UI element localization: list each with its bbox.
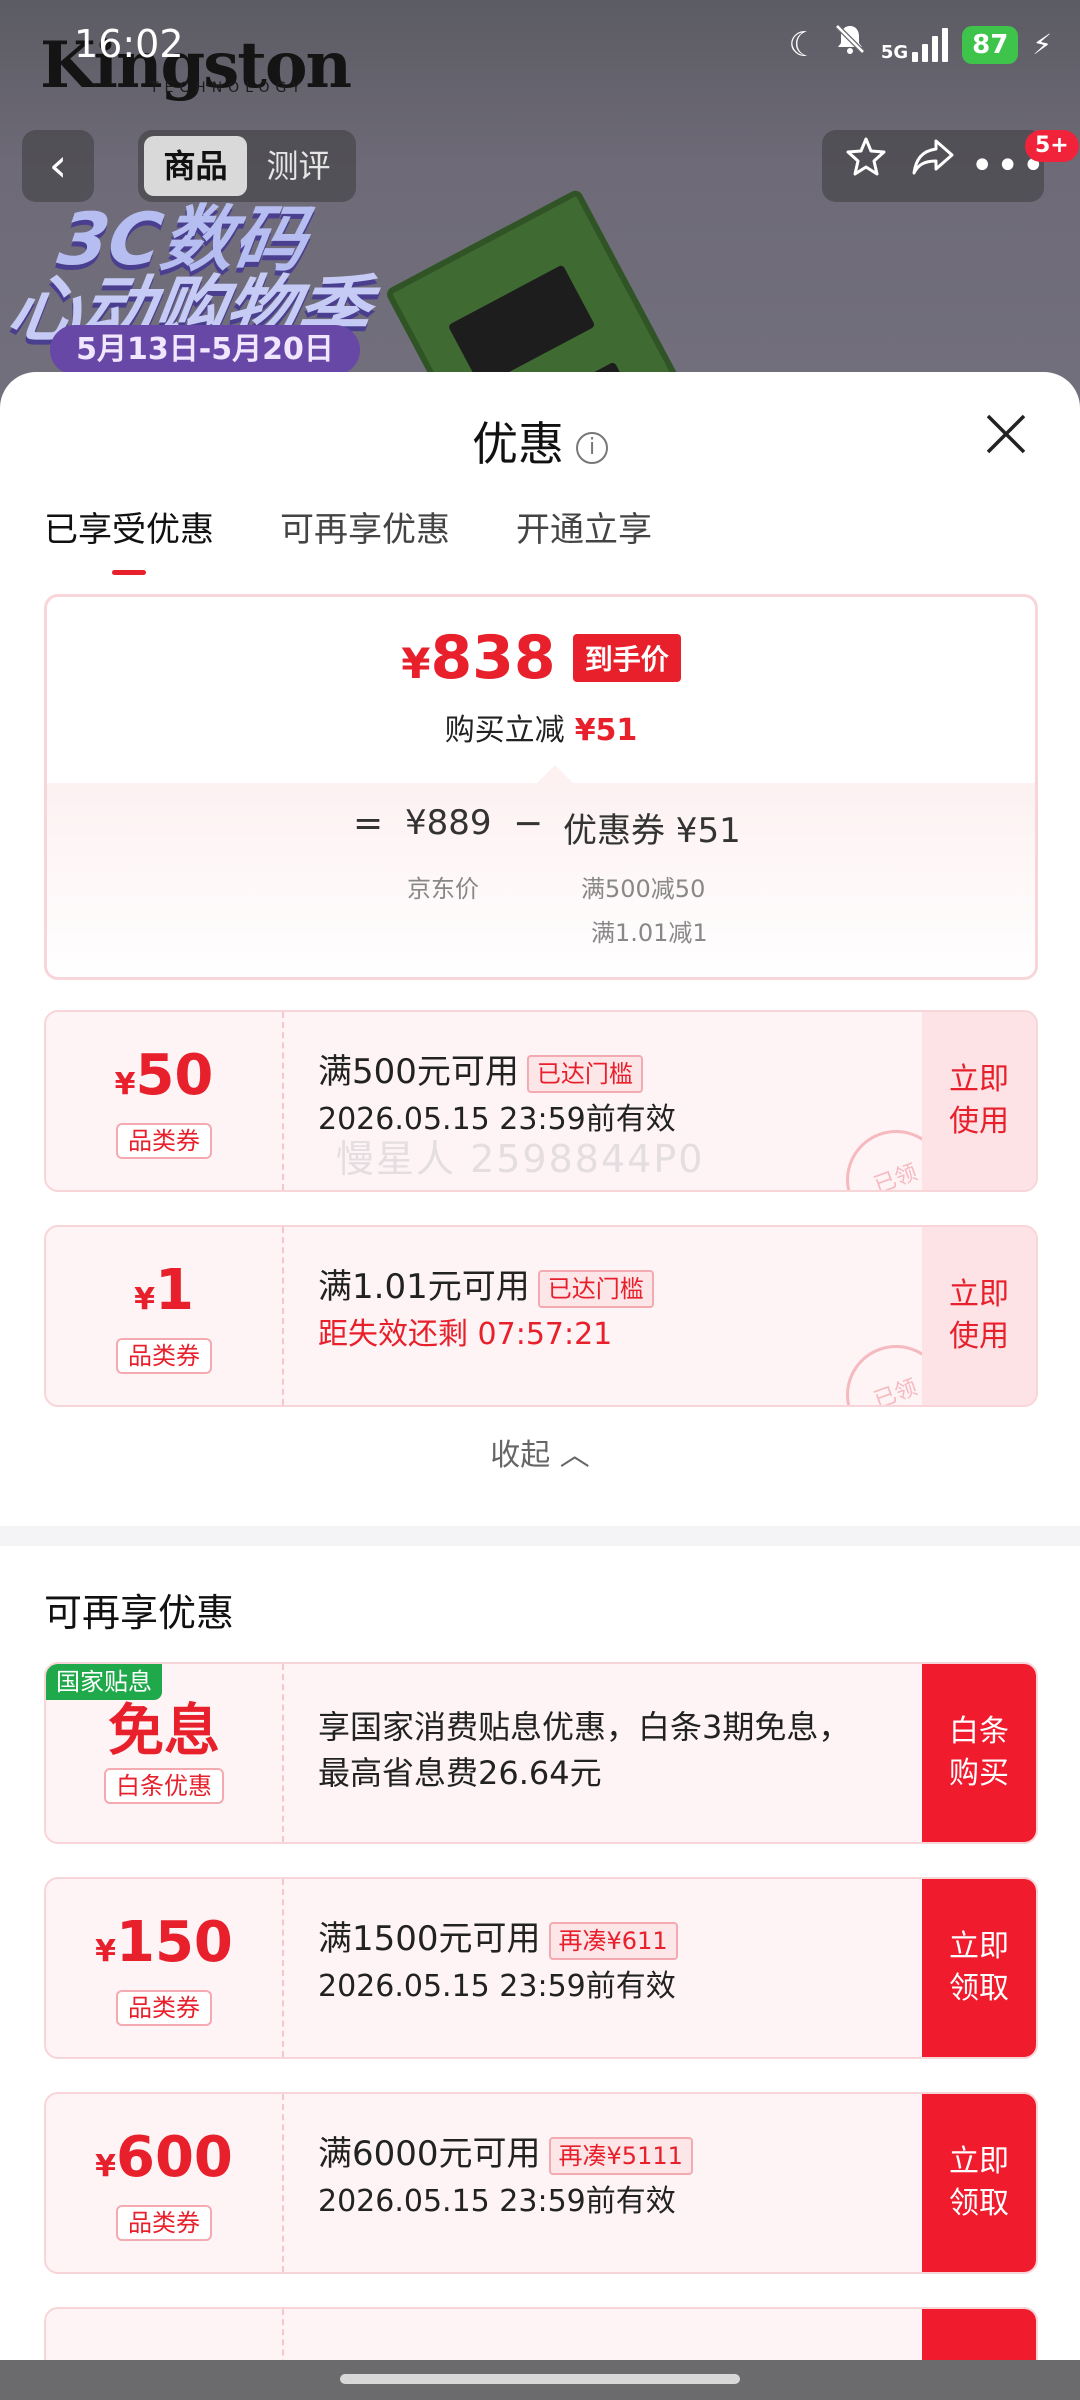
top-actions: •••	[822, 130, 1045, 202]
watermark: 慢星人 2598844P0	[336, 1137, 705, 1181]
tab-enjoyed[interactable]: 已享受优惠	[44, 502, 214, 575]
coupon-expiry: 2026.05.15 23:59前有效	[318, 1969, 676, 2004]
jd-price-label: 京东价	[407, 875, 479, 903]
brand-subtitle: TECHNOLOGY	[150, 80, 307, 96]
coupon-amount: ¥600	[95, 2124, 233, 2190]
status-icons: ☾ 5G 87 ⚡	[788, 22, 1052, 67]
final-price-row: ¥838 到手价	[47, 623, 1035, 693]
coupon-type: 品类券	[116, 1989, 212, 2026]
claim-now-button[interactable]	[922, 2309, 1036, 2360]
message-count-badge: 5+	[1025, 130, 1079, 162]
coupon-countdown: 距失效还剩 07:57:21	[318, 1317, 613, 1352]
home-indicator[interactable]	[340, 2374, 740, 2384]
price-summary-card: ¥838 到手价 购买立减 ¥51 = ¥889 − 优惠券 ¥51 京东价 满5…	[44, 594, 1038, 980]
use-now-button[interactable]: 立即 使用	[922, 1227, 1036, 1405]
collapse-button[interactable]: 收起 ︿	[0, 1430, 1080, 1474]
close-icon	[986, 414, 1026, 454]
coupon-card: ¥50 品类券 满500元可用 已达门槛 2026.05.15 23:59前有效 …	[44, 1010, 1038, 1192]
discount-tabs: 已享受优惠 可再享优惠 开通立享	[44, 502, 652, 575]
info-icon[interactable]: i	[576, 431, 608, 464]
coupon-detail: 满1.01减1	[591, 919, 708, 947]
coupon-card: ¥150 品类券 满1500元可用 再凑¥611 2026.05.15 23:59…	[44, 1877, 1038, 2059]
favorite-button[interactable]	[836, 130, 896, 202]
gap-badge: 再凑¥5111	[548, 2136, 693, 2175]
final-price: ¥838	[401, 623, 556, 693]
tab-open-enjoy[interactable]: 开通立享	[516, 502, 652, 575]
coupon-amount: ¥50	[114, 1042, 214, 1108]
claim-now-button[interactable]: 立即 领取	[922, 1879, 1036, 2057]
battery-indicator: 87	[962, 25, 1019, 64]
claim-now-button[interactable]: 立即 领取	[922, 2094, 1036, 2272]
minus-sign: −	[513, 803, 544, 844]
coupon-expiry: 2026.05.15 23:59前有效	[318, 2184, 676, 2219]
star-icon	[846, 137, 886, 176]
charging-icon: ⚡	[1032, 27, 1052, 61]
reduce-line: 购买立减 ¥51	[444, 713, 638, 748]
coupon-condition: 满1500元可用	[318, 1919, 541, 1959]
system-nav-bar	[0, 2360, 1080, 2400]
coupon-amount: ¥150	[95, 1909, 233, 1975]
sheet-title-text: 优惠	[472, 417, 564, 471]
signal-icon	[912, 27, 949, 62]
status-time: 16:02	[74, 22, 184, 66]
mute-bell-icon	[833, 22, 867, 67]
threshold-badge: 已达门槛	[537, 1269, 654, 1308]
coupon-type: 品类券	[116, 2204, 212, 2241]
use-now-button[interactable]: 立即 使用	[922, 1012, 1036, 1190]
share-icon	[912, 139, 954, 175]
coupon-condition: 满6000元可用	[318, 2134, 541, 2174]
page-tab-switcher: 商品 测评	[138, 130, 356, 202]
coupon-condition: 满500元可用	[318, 1052, 519, 1092]
discount-sheet: 优惠 i 已享受优惠 可再享优惠 开通立享 ¥838 到手价 购买立减 ¥51 = …	[0, 372, 1080, 2360]
promo-date: 5月13日-5月20日	[50, 325, 360, 375]
chevron-up-icon: ︿	[559, 1438, 590, 1473]
section-title: 可再享优惠	[44, 1591, 235, 1635]
back-button[interactable]: ‹	[22, 130, 94, 202]
section-divider	[0, 1526, 1080, 1546]
gap-badge: 再凑¥611	[548, 1921, 678, 1960]
coupon-type: 白条优惠	[104, 1768, 224, 1804]
coupon-card: ¥600 品类券 满6000元可用 再凑¥5111 2026.05.15 23:5…	[44, 2092, 1038, 2274]
baitiao-card: 免息 白条优惠 国家贴息 享国家消费贴息优惠，白条3期免息，最高省息费26.64…	[44, 1662, 1038, 1844]
jd-price: ¥889	[405, 803, 492, 843]
coupon-detail: 满500减50	[581, 875, 706, 903]
final-price-tag: 到手价	[572, 634, 681, 682]
coupon-amount: ¥1	[134, 1257, 194, 1323]
coupon-type: 品类券	[116, 1122, 212, 1159]
tab-product[interactable]: 商品	[144, 136, 247, 196]
more-button[interactable]: •••	[970, 130, 1045, 202]
coupon-card	[44, 2307, 1038, 2360]
tab-review[interactable]: 测评	[247, 136, 350, 196]
threshold-badge: 已达门槛	[526, 1054, 643, 1093]
share-button[interactable]	[903, 130, 963, 202]
price-breakdown: = ¥889 − 优惠券 ¥51 京东价 满500减50 满1.01减1	[47, 765, 1035, 977]
baitiao-buy-button[interactable]: 白条 购买	[922, 1664, 1036, 1842]
coupon-total: 优惠券 ¥51	[563, 811, 741, 851]
coupon-type: 品类券	[116, 1337, 212, 1374]
gov-subsidy-tag: 国家贴息	[46, 1664, 162, 1700]
close-button[interactable]	[984, 406, 1028, 466]
equals-sign: =	[353, 803, 384, 844]
coupon-condition: 满1.01元可用	[318, 1267, 530, 1307]
interest-free-label: 免息	[108, 1699, 220, 1764]
tab-more-available[interactable]: 可再享优惠	[280, 502, 450, 575]
baitiao-description: 享国家消费贴息优惠，白条3期免息，最高省息费26.64元	[318, 1708, 851, 1792]
coupon-card: ¥1 品类券 满1.01元可用 已达门槛 距失效还剩 07:57:21 已领 立即…	[44, 1225, 1038, 1407]
chevron-left-icon: ‹	[48, 138, 68, 192]
network-indicator: 5G	[881, 27, 949, 62]
sheet-title: 优惠 i	[0, 408, 1080, 474]
moon-icon: ☾	[788, 24, 819, 65]
